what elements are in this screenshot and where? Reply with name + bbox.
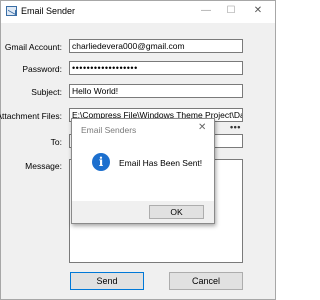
- dialog-title: Email Senders: [81, 125, 137, 135]
- to-label: To:: [50, 137, 62, 147]
- attachment-files-label: Attachment Files:: [0, 111, 62, 121]
- info-icon: i: [92, 153, 110, 171]
- app-icon: [6, 6, 17, 16]
- dialog-title-bar: Email Senders ✕: [72, 119, 214, 139]
- title-bar: Email Sender — ☐ ✕: [1, 1, 275, 23]
- minimize-button[interactable]: —: [195, 4, 217, 18]
- password-field[interactable]: ••••••••••••••••••: [69, 61, 243, 75]
- close-button[interactable]: ✕: [247, 4, 269, 18]
- browse-attachment-button[interactable]: •••: [230, 122, 241, 132]
- dialog-body: i Email Has Been Sent!: [72, 139, 214, 201]
- window-title: Email Sender: [21, 6, 76, 16]
- message-label: Message:: [25, 161, 62, 171]
- send-button[interactable]: Send: [70, 272, 144, 290]
- cancel-button[interactable]: Cancel: [169, 272, 243, 290]
- password-label: Password:: [22, 64, 62, 74]
- dialog-close-icon[interactable]: ✕: [198, 122, 206, 133]
- gmail-account-field[interactable]: charliedevera000@gmail.com: [69, 39, 243, 53]
- maximize-button[interactable]: ☐: [220, 4, 242, 18]
- dialog-message: Email Has Been Sent!: [119, 158, 203, 168]
- email-sent-dialog: Email Senders ✕ i Email Has Been Sent! O…: [71, 118, 215, 224]
- subject-label: Subject:: [31, 87, 62, 97]
- ok-button[interactable]: OK: [149, 205, 204, 219]
- gmail-account-label: Gmail Account:: [4, 42, 62, 52]
- subject-field[interactable]: Hello World!: [69, 84, 243, 98]
